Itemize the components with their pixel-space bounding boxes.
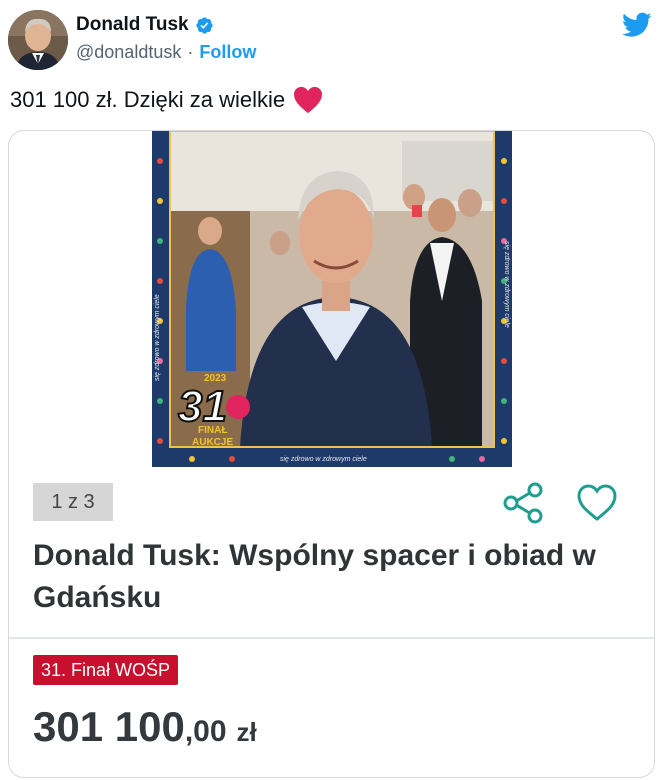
verified-badge-icon bbox=[195, 16, 213, 34]
tweet-text-row: 301 100 zł. Dzięki za wielkie bbox=[10, 86, 323, 114]
price: 301 100 ,00 zł bbox=[33, 703, 257, 751]
twitter-bird-icon[interactable] bbox=[622, 12, 652, 38]
image-counter: 1 z 3 bbox=[33, 483, 113, 521]
tweet-header: Donald Tusk @donaldtusk · Follow bbox=[0, 0, 666, 84]
logo-line1: FINAŁ bbox=[198, 425, 227, 436]
share-icon[interactable] bbox=[501, 481, 545, 525]
price-cents: ,00 bbox=[184, 715, 227, 748]
auction-title[interactable]: Donald Tusk: Wspólny spacer i obiad w Gd… bbox=[33, 535, 623, 619]
auction-card[interactable]: 2023 31 FINAŁ AUKCJE się zdrowo w zdrowy… bbox=[8, 130, 655, 778]
frame-caption-left: się zdrowo w zdrowym ciele bbox=[154, 294, 161, 381]
follow-button[interactable]: Follow bbox=[199, 42, 256, 63]
avatar[interactable] bbox=[8, 10, 68, 70]
auction-photo[interactable]: 2023 31 FINAŁ AUKCJE się zdrowo w zdrowy… bbox=[152, 131, 512, 467]
tweet-text: 301 100 zł. Dzięki za wielkie bbox=[10, 87, 286, 112]
author-handle[interactable]: @donaldtusk bbox=[76, 42, 181, 63]
frame-caption-right: się zdrowo w zdrowym ciele bbox=[503, 241, 510, 328]
logo-line2: AUKCJE bbox=[192, 437, 233, 448]
handle-row: @donaldtusk · Follow bbox=[76, 42, 256, 63]
heart-outline-icon[interactable] bbox=[575, 483, 619, 523]
logo-number: 31 bbox=[178, 382, 227, 431]
red-heart-emoji-icon bbox=[294, 86, 323, 114]
name-row: Donald Tusk bbox=[76, 14, 214, 36]
price-currency: zł bbox=[236, 717, 257, 747]
wosp-badge[interactable]: 31. Finał WOŚP bbox=[33, 655, 179, 685]
divider bbox=[9, 637, 654, 639]
author-name[interactable]: Donald Tusk bbox=[76, 14, 189, 36]
separator: · bbox=[187, 42, 194, 62]
price-main: 301 100 bbox=[33, 703, 185, 750]
frame-caption-bottom: się zdrowo w zdrowym ciele bbox=[280, 456, 367, 463]
